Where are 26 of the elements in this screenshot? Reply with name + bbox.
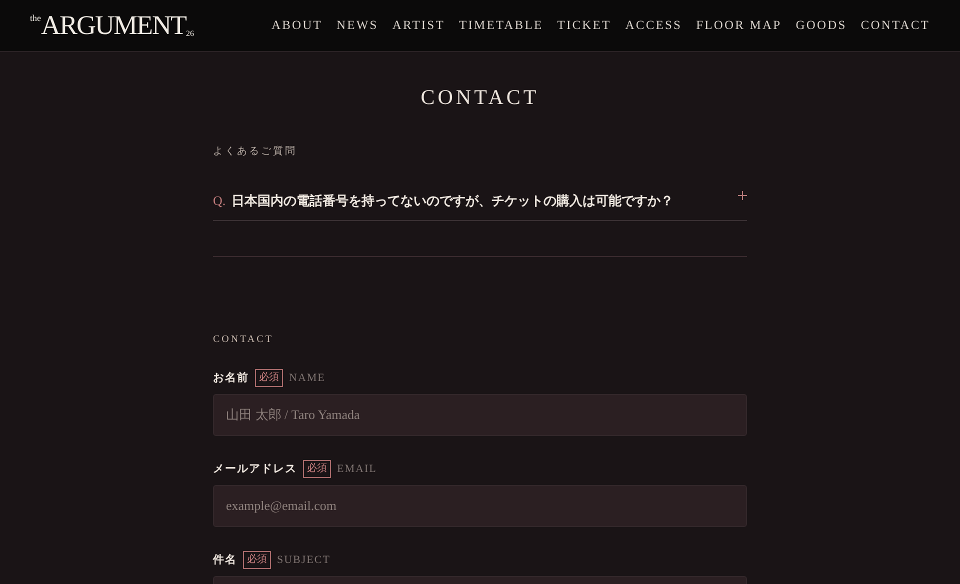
section-heading: よくあるご質問 <box>213 144 298 158</box>
nav-link[interactable]: ARTIST <box>392 16 445 35</box>
nav-link[interactable]: TIMETABLE <box>458 16 544 35</box>
nav-link[interactable]: TICKET <box>557 16 612 35</box>
faq-question[interactable]: Q. 日本国内の電話番号を持ってないのですが、チケットの購入は可能ですか？ <box>213 180 747 220</box>
field-label: 件名 <box>213 552 237 568</box>
page-title: CONTACT <box>420 84 540 111</box>
input-field[interactable]: 山田 太郎 / Taro Yamada <box>213 394 747 436</box>
field-label: メールアドレス <box>213 462 297 477</box>
nav-link[interactable]: ACCESS <box>625 16 682 35</box>
field-sublabel: SUBJECT <box>277 552 330 568</box>
nav-link[interactable]: ABOUT <box>271 16 323 35</box>
field-sublabel: NAME <box>289 370 326 386</box>
question-text: 日本国内の電話番号を持ってないのですが、チケットの購入は可能ですか？ <box>232 192 674 210</box>
input-field[interactable]: example@email.com <box>213 485 747 527</box>
nav-link[interactable]: CONTACT <box>860 16 930 35</box>
nav-link[interactable]: NEWS <box>336 16 378 35</box>
required-badge: 必須 <box>243 551 271 569</box>
field-sublabel: EMAIL <box>337 462 377 477</box>
nav-link[interactable]: FLOOR MAP <box>696 16 782 35</box>
required-badge: 必須 <box>255 369 283 387</box>
required-badge: 必須 <box>303 460 331 478</box>
section-heading: CONTACT <box>213 333 274 347</box>
question-marker: Q. <box>213 192 226 210</box>
field-label: お名前 <box>213 370 249 386</box>
nav-link[interactable]: GOODS <box>796 16 847 35</box>
